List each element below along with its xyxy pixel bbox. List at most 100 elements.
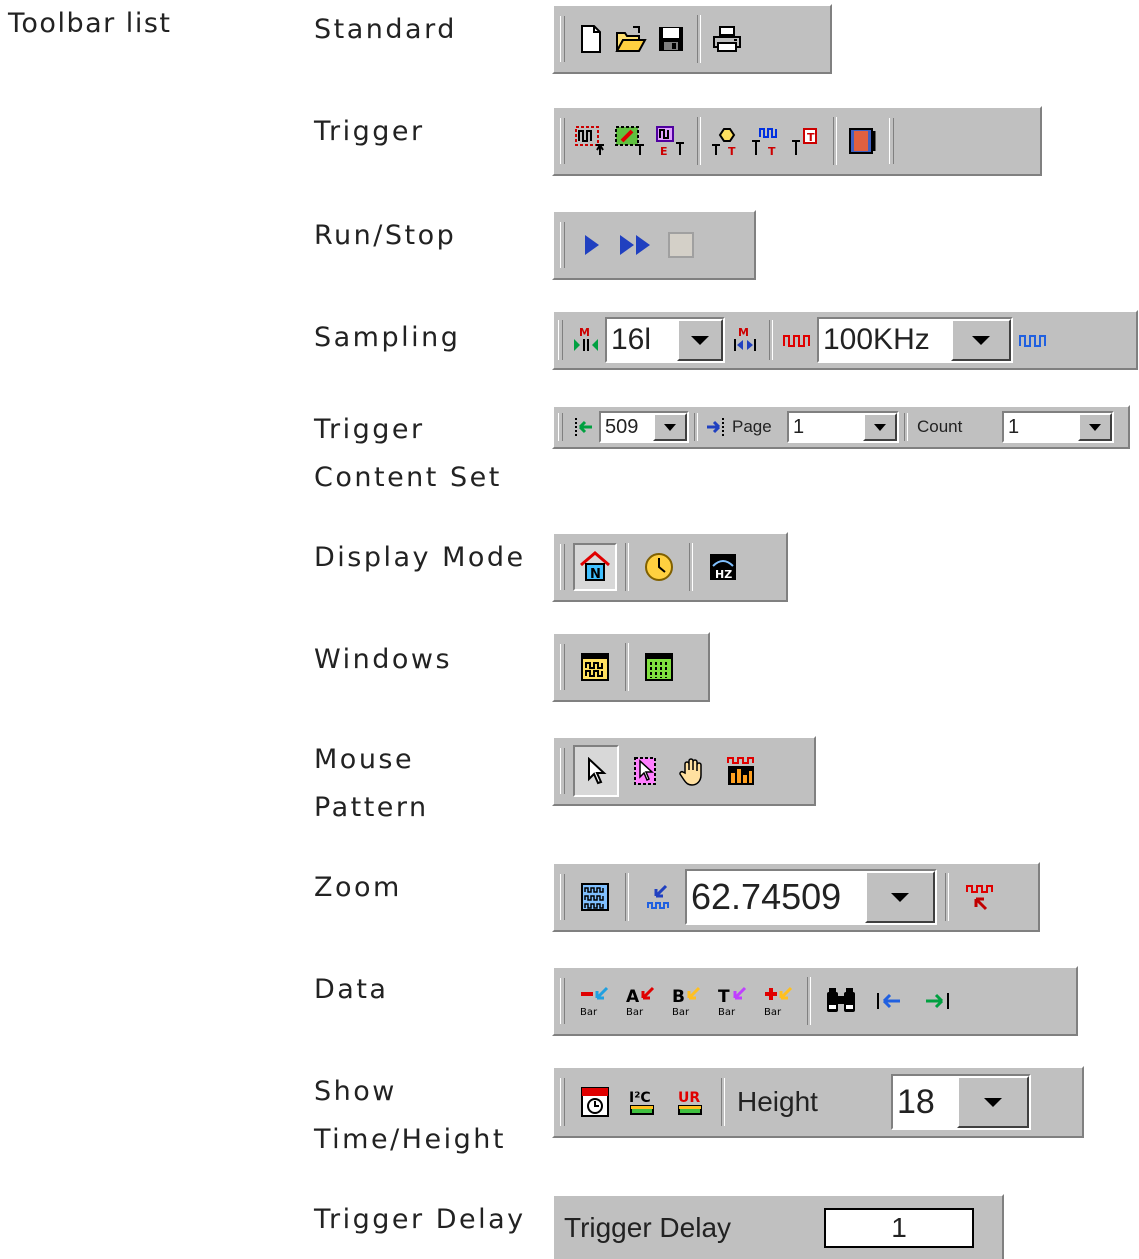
- go-first-button[interactable]: [867, 983, 911, 1019]
- trigger-time-icon: T: [792, 128, 817, 155]
- sampling-rate-select[interactable]: 100KHz: [817, 317, 1013, 363]
- svg-text:N: N: [590, 567, 601, 582]
- display-mode-toolbar: N HZ: [552, 532, 788, 602]
- waveform-window-button[interactable]: [573, 649, 617, 685]
- show-time-height-toolbar: I²C UR Height 18: [552, 1066, 1084, 1138]
- a-bar-icon: ABar: [626, 986, 655, 1018]
- sampling-depth-set-button[interactable]: M: [728, 322, 762, 358]
- a-bar-button[interactable]: A Bar: [619, 983, 661, 1019]
- trigger-bus-icon: T: [712, 128, 736, 157]
- chevron-down-icon: [664, 423, 676, 431]
- svg-text:Bar: Bar: [626, 1007, 644, 1018]
- sampling-depth-set-icon: M: [734, 326, 756, 351]
- height-select[interactable]: 18: [891, 1074, 1031, 1130]
- print-button[interactable]: [709, 21, 745, 57]
- trigger-position-value: 509: [605, 415, 639, 438]
- trigger-position-select[interactable]: 509: [599, 411, 689, 443]
- remove-bar-button[interactable]: Bar: [573, 983, 615, 1019]
- save-button[interactable]: [653, 21, 689, 57]
- pointer-mode-button[interactable]: [573, 745, 619, 797]
- run-continuous-button[interactable]: [613, 227, 659, 263]
- trigger-position-dropdown[interactable]: [653, 413, 687, 441]
- stop-button[interactable]: [663, 227, 699, 263]
- zoom-out-button[interactable]: [957, 879, 1001, 915]
- label-show-1: Show: [314, 1076, 397, 1107]
- sampling-rate-value: 100KHz: [823, 323, 930, 356]
- open-button[interactable]: [613, 21, 649, 57]
- sampling-rate-icon-button[interactable]: [780, 322, 814, 358]
- zoom-select[interactable]: 62.74509: [685, 869, 937, 925]
- trigger-bus-button[interactable]: T: [709, 123, 745, 159]
- search-button[interactable]: [819, 983, 863, 1019]
- page-value: 1: [793, 415, 805, 438]
- sampling-waveform-icon: [1019, 335, 1046, 347]
- zoom-fit-button[interactable]: [573, 879, 617, 915]
- zoom-value: 62.74509: [691, 876, 842, 917]
- svg-text:Bar: Bar: [580, 1007, 598, 1018]
- label-show-2: Time/Height: [314, 1124, 506, 1155]
- run-button[interactable]: [573, 227, 609, 263]
- frequency-display-button[interactable]: HZ: [701, 543, 745, 591]
- trigger-delay-label: Trigger Delay: [564, 1211, 732, 1243]
- show-i2c-button[interactable]: I²C: [621, 1084, 665, 1120]
- t-bar-icon: TBar: [718, 986, 747, 1018]
- new-file-button[interactable]: [573, 21, 609, 57]
- chevron-down-icon: [691, 335, 709, 345]
- measure-mode-button[interactable]: [719, 753, 763, 789]
- zoom-in-button[interactable]: [637, 879, 681, 915]
- toolbar-grip[interactable]: [560, 15, 565, 63]
- sampling-depth-icon-button[interactable]: M: [570, 322, 602, 358]
- printer-icon: [713, 26, 741, 52]
- sampling-rate-set-button[interactable]: [1016, 322, 1050, 358]
- b-bar-button[interactable]: B Bar: [665, 983, 707, 1019]
- zoom-dropdown[interactable]: [865, 871, 935, 923]
- data-toolbar: Bar A Bar B Bar T Bar Bar: [552, 966, 1078, 1036]
- sampling-depth-select[interactable]: 16l: [605, 317, 725, 363]
- trigger-delay-value: 1: [891, 1211, 907, 1243]
- trigger-setup-button[interactable]: [845, 123, 881, 159]
- show-uart-button[interactable]: UR: [669, 1084, 713, 1120]
- count-select[interactable]: 1: [1002, 411, 1114, 443]
- trigger-delay-input[interactable]: 1: [824, 1207, 974, 1248]
- timing-display-button[interactable]: [637, 543, 681, 591]
- trigger-event-button[interactable]: E: [653, 123, 689, 159]
- page-jump-icon: [707, 418, 724, 436]
- t-bar-button[interactable]: T Bar: [711, 983, 753, 1019]
- zoom-toolbar: 62.74509: [552, 862, 1040, 932]
- trigger-content-set-toolbar: 509 Page 1 Count 1: [552, 405, 1130, 449]
- page-icon-button[interactable]: [703, 412, 729, 442]
- trigger-pulse-button[interactable]: T: [749, 123, 785, 159]
- svg-text:B: B: [672, 987, 685, 1007]
- select-mode-button[interactable]: [623, 753, 667, 789]
- sampling-depth-dropdown[interactable]: [677, 319, 723, 361]
- data-window-button[interactable]: [637, 649, 681, 685]
- go-last-button[interactable]: [915, 983, 959, 1019]
- windows-toolbar: [552, 632, 710, 702]
- svg-text:HZ: HZ: [715, 568, 732, 581]
- sampling-depth-value: 16l: [611, 323, 652, 356]
- trigger-setup-icon: [849, 128, 876, 154]
- trigger-position-icon-button[interactable]: [570, 412, 596, 442]
- page-dropdown[interactable]: [863, 413, 897, 441]
- page-select[interactable]: 1: [787, 411, 899, 443]
- remove-bar-icon: Bar: [580, 986, 609, 1018]
- trigger-edge-button[interactable]: [613, 123, 649, 159]
- toolbar-list-heading: Toolbar list: [8, 8, 172, 39]
- trigger-time-button[interactable]: T: [789, 123, 825, 159]
- label-run-stop: Run/Stop: [314, 220, 457, 251]
- trigger-pattern-button[interactable]: [573, 123, 609, 159]
- count-dropdown[interactable]: [1078, 413, 1112, 441]
- zoom-in-icon: [647, 884, 669, 909]
- add-bar-button[interactable]: Bar: [757, 983, 799, 1019]
- show-time-button[interactable]: [573, 1084, 617, 1120]
- pan-mode-button[interactable]: [671, 753, 715, 789]
- fast-forward-icon: [620, 235, 650, 255]
- sampling-rate-dropdown[interactable]: [951, 319, 1011, 361]
- frequency-hz-icon: HZ: [710, 554, 736, 581]
- svg-text:UR: UR: [678, 1090, 700, 1106]
- waveform-window-icon: [581, 653, 609, 681]
- normal-display-button[interactable]: N: [573, 543, 617, 591]
- svg-text:A: A: [626, 987, 640, 1007]
- trigger-waveform-icon: [575, 126, 604, 155]
- height-dropdown[interactable]: [957, 1076, 1029, 1128]
